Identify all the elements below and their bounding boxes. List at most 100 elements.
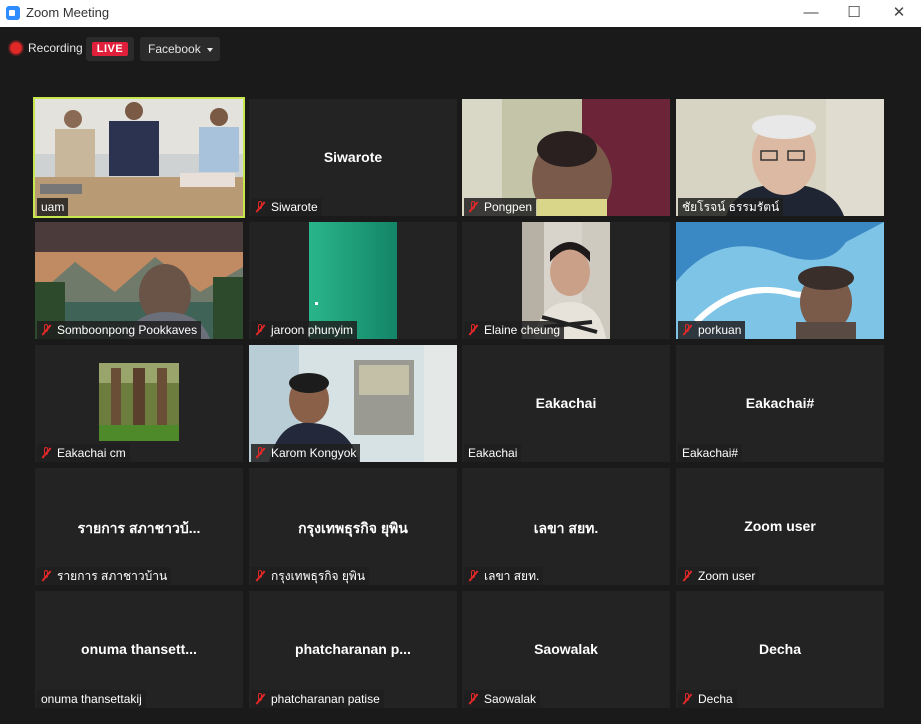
- participant-name-label: porkuan: [678, 321, 746, 339]
- muted-mic-icon: [468, 693, 478, 705]
- participant-name-label: Somboonpong Pookkaves: [37, 321, 202, 339]
- muted-mic-icon: [468, 570, 478, 582]
- muted-mic-icon: [255, 693, 265, 705]
- participant-tile[interactable]: porkuan: [676, 222, 884, 339]
- title-bar: Zoom Meeting — ☐ ✕: [0, 0, 921, 27]
- participant-tile[interactable]: Elaine cheung: [462, 222, 670, 339]
- caret-down-icon: [207, 48, 213, 52]
- recording-label[interactable]: Recording: [28, 41, 83, 55]
- participant-display-name: Zoom user: [744, 518, 816, 534]
- participant-name-label: Decha: [678, 690, 737, 708]
- participant-display-name: รายการ สภาชาวบ้...: [77, 520, 201, 536]
- muted-mic-icon: [468, 324, 478, 336]
- participant-display-name: Eakachai#: [745, 395, 815, 411]
- participant-name-label: Siwarote: [251, 198, 322, 216]
- participant-tile[interactable]: เลขา สยท. เลขา สยท.: [462, 468, 670, 585]
- window-title: Zoom Meeting: [26, 5, 110, 20]
- participant-name-label: Saowalak: [464, 690, 541, 708]
- participant-name-label: ชัยโรจน์ ธรรมรัตน์: [678, 198, 784, 216]
- maximize-button[interactable]: ☐: [834, 2, 874, 24]
- participant-tile[interactable]: Eakachai cm: [35, 345, 243, 462]
- participant-tile[interactable]: onuma thansett... onuma thansettakij: [35, 591, 243, 708]
- live-button[interactable]: LIVE: [86, 37, 134, 61]
- muted-mic-icon: [682, 324, 692, 336]
- participant-tile[interactable]: Decha Decha: [676, 591, 884, 708]
- participant-tile[interactable]: jaroon phunyim: [249, 222, 457, 339]
- participant-name: รายการ สภาชาวบ้าน: [57, 569, 168, 583]
- participant-tile[interactable]: Saowalak Saowalak: [462, 591, 670, 708]
- participant-name: Zoom user: [698, 569, 756, 583]
- participant-tile[interactable]: ชัยโรจน์ ธรรมรัตน์: [676, 99, 884, 216]
- participant-name: กรุงเทพธุรกิจ ยุพิน: [271, 569, 366, 583]
- participant-name: jaroon phunyim: [271, 323, 354, 337]
- participant-name-label: onuma thansettakij: [37, 690, 146, 708]
- participant-name: Saowalak: [484, 692, 537, 706]
- stream-platform-dropdown[interactable]: Facebook: [140, 37, 220, 61]
- participant-name-label: เลขา สยท.: [464, 567, 544, 585]
- participant-name: Siwarote: [271, 200, 318, 214]
- participant-name-label: Eakachai#: [678, 444, 743, 462]
- participant-display-name: เลขา สยท.: [533, 520, 599, 536]
- participant-tile[interactable]: รายการ สภาชาวบ้... รายการ สภาชาวบ้าน: [35, 468, 243, 585]
- participant-name: onuma thansettakij: [41, 692, 142, 706]
- recording-icon: [10, 42, 22, 54]
- minimize-button[interactable]: —: [791, 2, 831, 24]
- participant-tile[interactable]: Pongpen: [462, 99, 670, 216]
- participant-name: porkuan: [698, 323, 742, 337]
- participant-display-name: กรุงเทพธุรกิจ ยุพิน: [298, 520, 408, 536]
- platform-label: Facebook: [148, 42, 201, 56]
- muted-mic-icon: [255, 570, 265, 582]
- participant-tile[interactable]: uam: [33, 97, 245, 218]
- muted-mic-icon: [255, 447, 265, 459]
- muted-mic-icon: [41, 570, 51, 582]
- participant-tile[interactable]: กรุงเทพธุรกิจ ยุพิน กรุงเทพธุรกิจ ยุพิน: [249, 468, 457, 585]
- participant-name: Elaine cheung: [484, 323, 561, 337]
- meeting-toolbar: Recording LIVE Facebook: [0, 27, 921, 72]
- participant-name: ชัยโรจน์ ธรรมรัตน์: [682, 200, 780, 214]
- muted-mic-icon: [255, 324, 265, 336]
- participant-tile[interactable]: phatcharanan p... phatcharanan patise: [249, 591, 457, 708]
- muted-mic-icon: [682, 693, 692, 705]
- participant-name-label: รายการ สภาชาวบ้าน: [37, 567, 172, 585]
- participant-name: เลขา สยท.: [484, 569, 540, 583]
- participant-tile[interactable]: Eakachai Eakachai: [462, 345, 670, 462]
- close-button[interactable]: ✕: [879, 2, 919, 24]
- live-badge: LIVE: [92, 42, 128, 56]
- participant-name: Somboonpong Pookkaves: [57, 323, 198, 337]
- participant-display-name: onuma thansett...: [81, 641, 197, 657]
- participant-name-label: กรุงเทพธุรกิจ ยุพิน: [251, 567, 370, 585]
- participant-name-label: Zoom user: [678, 567, 760, 585]
- muted-mic-icon: [41, 324, 51, 336]
- participant-name-label: Elaine cheung: [464, 321, 565, 339]
- participant-name: Eakachai: [468, 446, 518, 460]
- muted-mic-icon: [255, 201, 265, 213]
- zoom-logo-icon: [6, 6, 20, 20]
- participant-display-name: Siwarote: [323, 149, 383, 165]
- participant-display-name: Eakachai: [535, 395, 597, 411]
- participant-tile[interactable]: Zoom user Zoom user: [676, 468, 884, 585]
- participant-name-label: jaroon phunyim: [251, 321, 358, 339]
- participant-name: Karom Kongyok: [271, 446, 357, 460]
- participant-tile[interactable]: Siwarote Siwarote: [249, 99, 457, 216]
- muted-mic-icon: [41, 447, 51, 459]
- participant-display-name: phatcharanan p...: [295, 641, 411, 657]
- participant-tile[interactable]: Karom Kongyok: [249, 345, 457, 462]
- participant-tile[interactable]: Eakachai# Eakachai#: [676, 345, 884, 462]
- participant-name-label: Eakachai cm: [37, 444, 130, 462]
- participant-name: uam: [41, 200, 65, 214]
- participant-video: [99, 363, 179, 446]
- participant-name: phatcharanan patise: [271, 692, 380, 706]
- participant-name-label: Karom Kongyok: [251, 444, 361, 462]
- participant-name: Eakachai cm: [57, 446, 126, 460]
- participant-name-label: Eakachai: [464, 444, 522, 462]
- participant-name-label: Pongpen: [464, 198, 537, 216]
- participant-tile[interactable]: Somboonpong Pookkaves: [35, 222, 243, 339]
- muted-mic-icon: [682, 570, 692, 582]
- participant-display-name: Saowalak: [534, 641, 598, 657]
- participant-name: Decha: [698, 692, 733, 706]
- participant-name: Pongpen: [484, 200, 533, 214]
- participant-name: Eakachai#: [682, 446, 739, 460]
- participant-display-name: Decha: [758, 641, 802, 657]
- muted-mic-icon: [468, 201, 478, 213]
- participant-name-label: phatcharanan patise: [251, 690, 384, 708]
